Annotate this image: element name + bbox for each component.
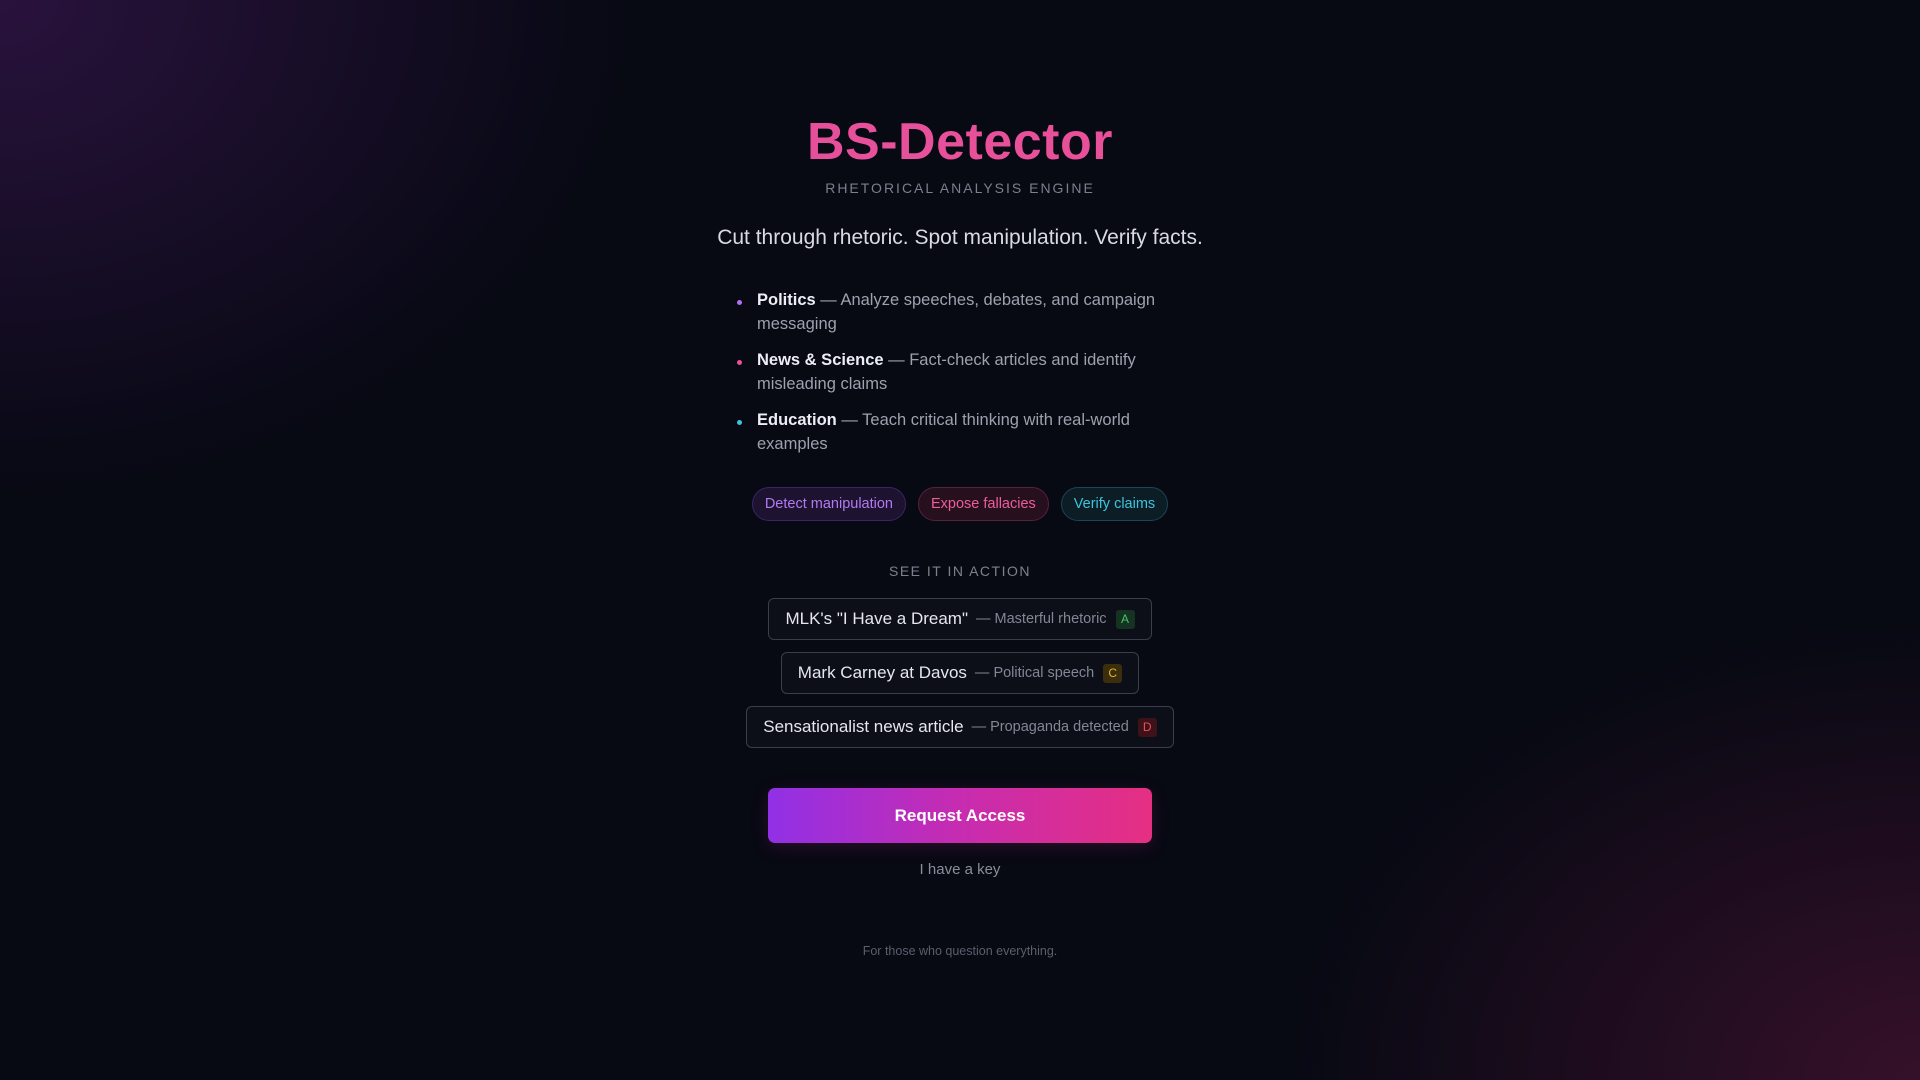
bullet-dot-icon [737, 420, 742, 425]
grade-badge: D [1137, 717, 1157, 737]
examples-section-label: SEE IT IN ACTION [889, 563, 1031, 579]
feature-description: — Analyze speeches, debates, and campaig… [757, 291, 1156, 333]
grade-badge: C [1103, 663, 1123, 683]
landing-page: BS-Detector RHETORICAL ANALYSIS ENGINE C… [0, 0, 1920, 1080]
bullet-dot-icon [737, 360, 742, 365]
feature-item-news-science: News & Science — Fact-check articles and… [735, 348, 1195, 396]
bullet-dot-icon [737, 300, 742, 305]
chip-expose-fallacies: Expose fallacies [918, 487, 1049, 521]
example-name: MLK's "I Have a Dream" [785, 609, 968, 628]
feature-item-politics: Politics — Analyze speeches, debates, an… [735, 288, 1195, 336]
example-card-carney[interactable]: Mark Carney at Davos — Political speech … [780, 652, 1140, 694]
example-description: — Masterful rhetoric [976, 611, 1107, 627]
example-name: Mark Carney at Davos [797, 663, 967, 682]
have-key-link[interactable]: I have a key [920, 861, 1001, 878]
app-subtitle: RHETORICAL ANALYSIS ENGINE [825, 180, 1095, 196]
footer-note: For those who question everything. [862, 944, 1058, 958]
request-access-button[interactable]: Request Access [768, 788, 1152, 843]
feature-list: Politics — Analyze speeches, debates, an… [735, 288, 1195, 468]
tagline: Cut through rhetoric. Spot manipulation.… [717, 226, 1203, 249]
chip-verify-claims: Verify claims [1060, 487, 1169, 521]
example-card-mlk[interactable]: MLK's "I Have a Dream" — Masterful rheto… [768, 598, 1152, 640]
key-link-row: I have a key [0, 861, 1920, 878]
feature-name: Politics [757, 291, 816, 309]
example-name: Sensationalist news article [763, 717, 964, 736]
app-title: BS-Detector [0, 112, 1920, 172]
feature-name: News & Science [757, 351, 884, 369]
feature-item-education: Education — Teach critical thinking with… [735, 408, 1195, 456]
example-card-news-article[interactable]: Sensationalist news article — Propaganda… [746, 706, 1174, 748]
example-list: MLK's "I Have a Dream" — Masterful rheto… [0, 598, 1920, 748]
example-description: — Political speech [974, 665, 1095, 681]
feature-name: Education [757, 411, 837, 429]
grade-badge: A [1115, 609, 1135, 629]
example-description: — Propaganda detected [971, 719, 1129, 735]
chip-detect-manipulation: Detect manipulation [751, 487, 906, 521]
capability-chips: Detect manipulation Expose fallacies Ver… [0, 487, 1920, 521]
